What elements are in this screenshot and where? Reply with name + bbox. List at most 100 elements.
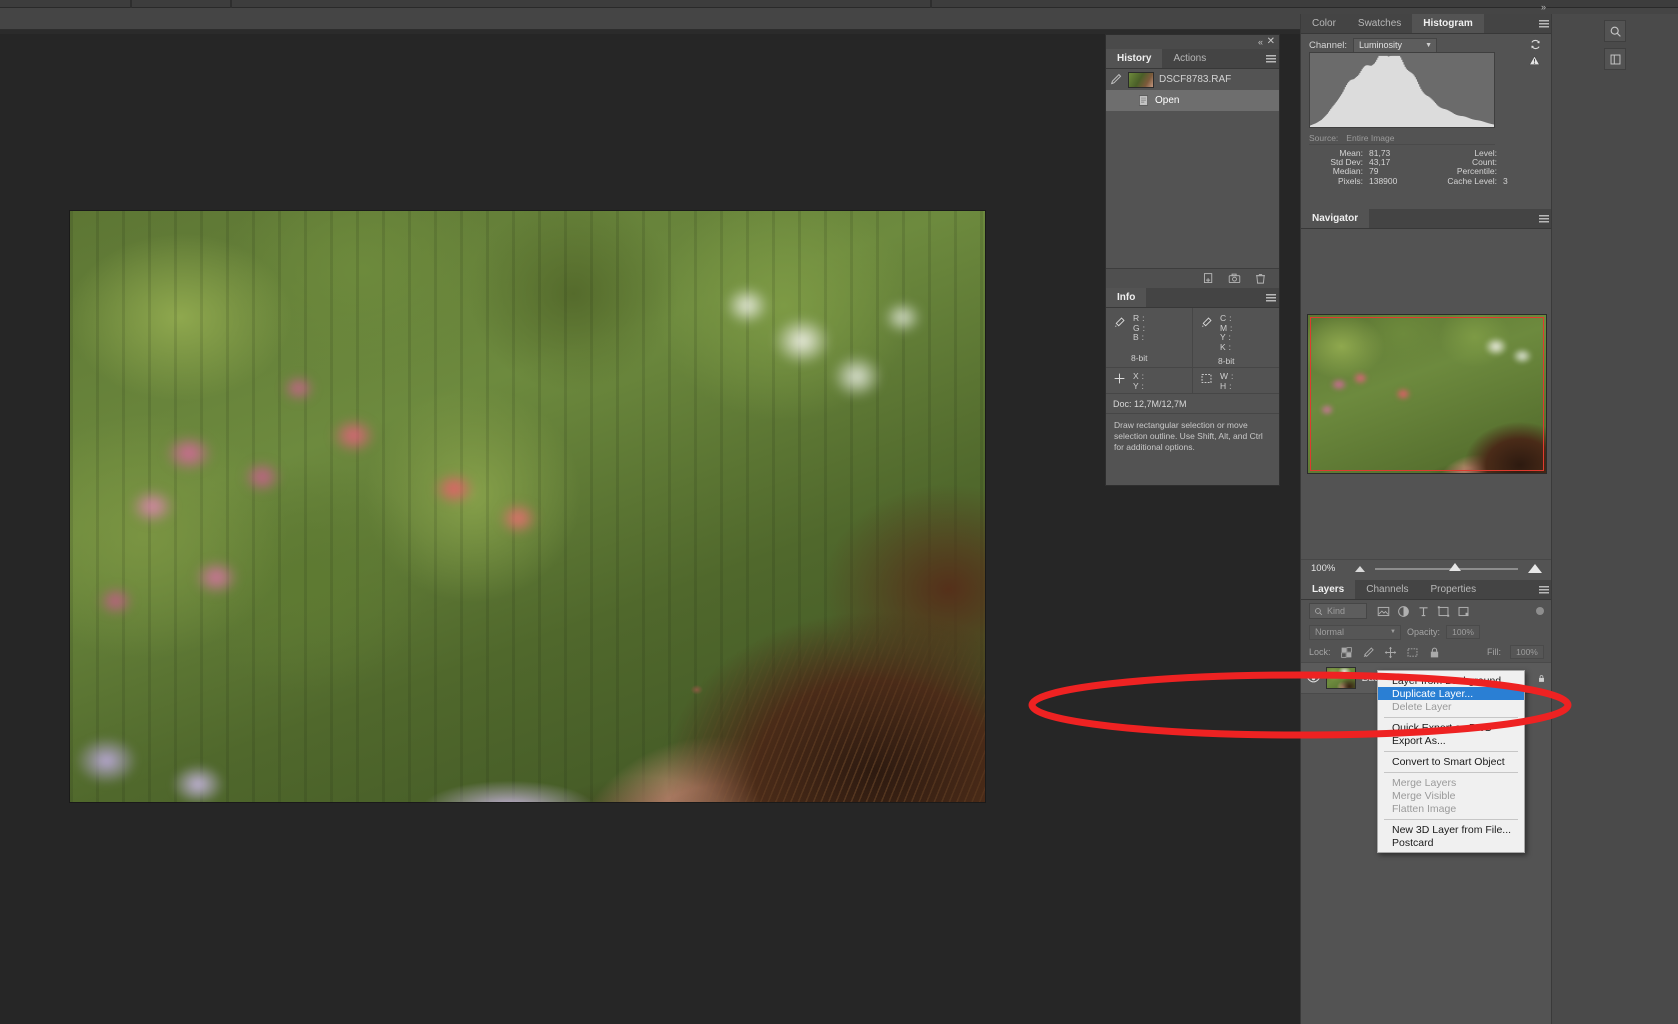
context-menu-item[interactable]: Convert to Smart Object (1378, 755, 1524, 768)
history-tabstrip: History Actions (1106, 49, 1279, 69)
stat-row: Pixels: 138900 Cache Level: 3 (1301, 175, 1552, 186)
history-state-row[interactable]: DSCF8783.RAF (1106, 69, 1279, 90)
context-menu-item[interactable]: Layer from Background... (1378, 674, 1524, 687)
tab-properties[interactable]: Properties (1419, 580, 1488, 599)
history-panel-menu-button[interactable] (1263, 49, 1279, 68)
info-wh-labels: W :H : (1220, 371, 1234, 391)
tab-histogram[interactable]: Histogram (1412, 14, 1484, 33)
hamburger-icon (1539, 214, 1549, 223)
info-panel: Info R :G :B : 8-bit C: M: Y: K: 8-b… (1106, 288, 1279, 485)
collapsed-panel-button[interactable] (1604, 48, 1626, 70)
smart-object-filter-icon[interactable] (1457, 605, 1470, 618)
info-panel-menu-button[interactable] (1263, 288, 1279, 307)
library-icon (1610, 54, 1620, 64)
layers-panel-menu-button[interactable] (1536, 580, 1552, 599)
navigator-view-box[interactable] (1310, 317, 1544, 471)
history-state-label: DSCF8783.RAF (1159, 74, 1232, 85)
search-icon (1315, 607, 1323, 615)
opacity-value[interactable]: 100% (1446, 625, 1481, 639)
collapse-icon[interactable]: « (1258, 37, 1263, 47)
image-filter-icon[interactable] (1377, 605, 1390, 618)
tab-actions[interactable]: Actions (1162, 49, 1218, 68)
histogram-tabstrip: Color Swatches Histogram (1301, 14, 1552, 34)
stat-value: 138900 (1369, 175, 1398, 186)
image-canvas[interactable] (70, 211, 985, 802)
filter-toggle-icon[interactable] (1536, 607, 1544, 615)
floating-window-header[interactable]: « ✕ (1106, 35, 1279, 49)
type-filter-icon[interactable] (1417, 605, 1430, 618)
tab-channels[interactable]: Channels (1355, 580, 1420, 599)
history-info-window[interactable]: « ✕ History Actions DSCF8783.RAF Open In… (1105, 34, 1280, 486)
collapsed-panel-strip[interactable] (1551, 14, 1678, 1024)
trash-icon[interactable] (1254, 272, 1267, 285)
tab-navigator[interactable]: Navigator (1301, 209, 1370, 228)
tab-history[interactable]: History (1106, 49, 1163, 68)
context-menu-item[interactable]: Postcard (1378, 836, 1524, 849)
refresh-icon[interactable] (1529, 38, 1542, 51)
eyedropper-icon (1201, 317, 1212, 328)
collapsed-panel-button[interactable] (1604, 20, 1626, 42)
fill-value[interactable]: 100% (1510, 645, 1544, 659)
info-geometry-readouts: X :Y : W :H : (1106, 368, 1279, 394)
info-tabstrip: Info (1106, 288, 1279, 308)
marquee-icon (1201, 373, 1212, 384)
histogram-panel-menu-button[interactable] (1536, 14, 1552, 33)
tab-color[interactable]: Color (1301, 14, 1347, 33)
histogram-statistics: Mean: 81,73 Level: Std Dev: 43,17 Count:… (1301, 148, 1552, 186)
channel-select[interactable]: Luminosity ▼ (1353, 37, 1438, 53)
navigator-panel-menu-button[interactable] (1536, 209, 1552, 228)
tab-swatches[interactable]: Swatches (1346, 14, 1413, 33)
shape-filter-icon[interactable] (1437, 605, 1450, 618)
context-menu-item[interactable]: Duplicate Layer... (1378, 687, 1524, 700)
zoom-out-triangle-icon[interactable] (1355, 565, 1365, 572)
context-menu-item: Delete Layer (1392, 700, 1452, 713)
lock-image-icon[interactable] (1362, 646, 1375, 659)
title-bar (0, 0, 1678, 8)
layers-tabstrip: Layers Channels Properties (1301, 580, 1552, 600)
tab-layers[interactable]: Layers (1301, 580, 1356, 599)
layer-context-menu[interactable]: Layer from Background... Duplicate Layer.… (1377, 670, 1525, 853)
context-menu-item[interactable]: New 3D Layer from File... (1378, 823, 1524, 836)
history-state-label: Open (1155, 95, 1180, 106)
history-thumbnail (1128, 71, 1154, 88)
double-chevron-icon[interactable]: » (1541, 2, 1546, 12)
lock-transparency-icon[interactable] (1340, 646, 1353, 659)
adjustment-filter-icon[interactable] (1397, 605, 1410, 618)
snapshot-brush-icon (1110, 73, 1122, 85)
tab-info[interactable]: Info (1106, 288, 1147, 307)
context-menu-item[interactable]: Quick Export as PNG (1378, 721, 1524, 734)
info-tool-hint: Draw rectangular selection or move selec… (1114, 420, 1263, 452)
layer-kind-filter[interactable]: Kind (1309, 603, 1367, 619)
stat-key: Pixels: (1337, 175, 1363, 186)
lock-position-icon[interactable] (1384, 646, 1397, 659)
photoshop-window: « ✕ History Actions DSCF8783.RAF Open In… (0, 0, 1678, 1024)
history-panel: History Actions DSCF8783.RAF Open (1106, 49, 1279, 288)
close-icon[interactable]: ✕ (1267, 36, 1275, 47)
zoom-slider-thumb[interactable] (1449, 562, 1462, 571)
zoom-in-triangle-icon[interactable] (1528, 564, 1542, 573)
navigator-panel: Navigator 100% (1301, 209, 1552, 587)
new-document-icon[interactable] (1202, 272, 1215, 285)
camera-snapshot-icon[interactable] (1228, 272, 1241, 285)
navigator-thumbnail[interactable] (1307, 314, 1547, 474)
warning-triangle-icon[interactable] (1529, 55, 1540, 66)
histogram-plot[interactable] (1309, 52, 1495, 128)
context-menu-separator (1384, 818, 1518, 820)
histogram-source-row: Source: Entire Image (1309, 132, 1495, 145)
layer-thumbnail[interactable] (1326, 667, 1356, 689)
zoom-slider[interactable] (1375, 562, 1518, 571)
eyedropper-icon (1114, 317, 1125, 328)
lock-row: Lock: Fill: 100% (1301, 642, 1552, 662)
hamburger-icon (1539, 585, 1549, 594)
context-menu-item[interactable]: Export As... (1378, 734, 1524, 747)
lock-label: Lock: (1309, 647, 1331, 657)
info-cmyk-readout: C :M :Y :K : 8-bit (1192, 308, 1279, 367)
zoom-level-value[interactable]: 100% (1311, 563, 1345, 574)
lock-artboard-icon[interactable] (1406, 646, 1419, 659)
history-state-row[interactable]: Open (1106, 90, 1279, 111)
document-icon (1139, 95, 1148, 106)
blend-mode-select[interactable]: Normal ▼ (1309, 624, 1401, 640)
eye-icon[interactable] (1307, 672, 1320, 685)
info-cmyk-depth: 8-bit (1218, 356, 1235, 366)
lock-all-icon[interactable] (1428, 646, 1441, 659)
